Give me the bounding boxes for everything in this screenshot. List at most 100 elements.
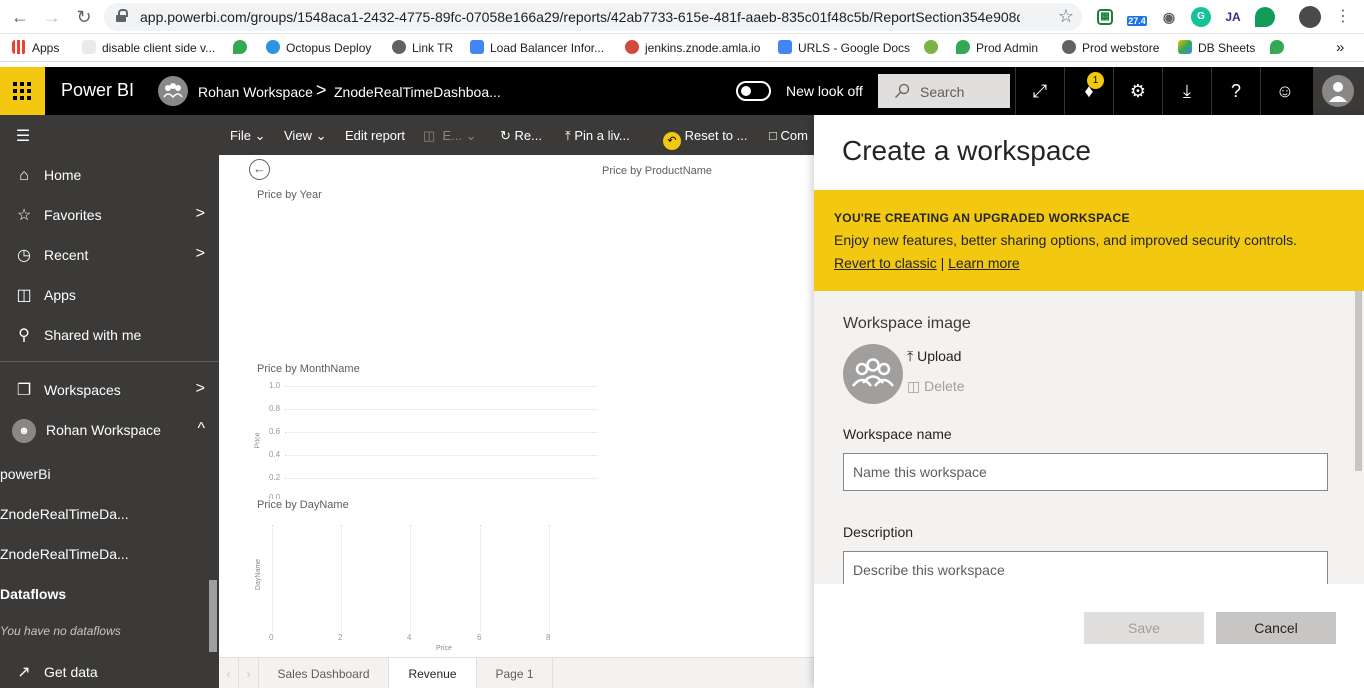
form-scrollbar[interactable]: [1355, 291, 1362, 471]
bookmark-leaf[interactable]: [233, 39, 253, 57]
chevron-right-icon[interactable]: >: [196, 245, 205, 263]
nav-item-home[interactable]: ⌂ Home: [0, 156, 219, 196]
gridline: [285, 409, 597, 410]
save-button[interactable]: Save: [1084, 612, 1204, 644]
tab-sales-dashboard[interactable]: Sales Dashboard: [259, 658, 389, 688]
bookmark-star-icon[interactable]: ☆: [1058, 6, 1074, 27]
nav-item-shared[interactable]: ⚲ Shared with me: [0, 316, 219, 356]
bookmark-leaf-2[interactable]: [1270, 39, 1290, 57]
bookmark-load-balancer[interactable]: Load Balancer Infor...: [470, 39, 604, 57]
bookmark-db-sheets[interactable]: DB Sheets: [1178, 39, 1255, 57]
bookmark-label: Load Balancer Infor...: [490, 41, 605, 55]
camera-extension-icon[interactable]: ◉: [1159, 7, 1179, 27]
nav-item-recent[interactable]: ◷ Recent >: [0, 236, 219, 276]
breadcrumb-workspace[interactable]: Rohan Workspace: [198, 84, 313, 100]
tab-page-1[interactable]: Page 1: [477, 658, 553, 688]
bookmark-prod-admin[interactable]: [924, 39, 944, 57]
explore-button[interactable]: ◫ E... ⌄: [423, 128, 477, 144]
reset-button[interactable]: ↶ Reset to ...: [663, 128, 748, 150]
bookmark-label: Prod Admin: [976, 41, 1039, 55]
upgrade-banner: YOU'RE CREATING AN UPGRADED WORKSPACE En…: [814, 190, 1364, 291]
expand-icon[interactable]: ⤢: [1015, 67, 1064, 115]
bookmark-jenkins[interactable]: jenkins.znode.amla.io: [625, 39, 760, 57]
bookmark-label: Link TR: [412, 41, 454, 55]
chevron-up-icon[interactable]: ^: [197, 420, 205, 438]
view-menu[interactable]: View ⌄: [284, 128, 326, 144]
refresh-button[interactable]: ↻ Re...: [500, 128, 542, 144]
nav-item-workspaces[interactable]: ❐ Workspaces >: [0, 371, 219, 411]
bookmark-octopus[interactable]: Octopus Deploy: [266, 39, 371, 57]
breadcrumb-report[interactable]: ZnodeRealTimeDashboa...: [334, 84, 501, 100]
forward-arrow-icon[interactable]: →: [41, 6, 63, 28]
bookmarks-overflow-button[interactable]: »: [1336, 39, 1344, 57]
description-input[interactable]: [843, 551, 1328, 584]
profile-avatar[interactable]: [1299, 6, 1321, 28]
workspace-name-input[interactable]: [843, 453, 1328, 491]
tabs-scroll-right-icon[interactable]: ›: [239, 658, 259, 688]
apps-grid-icon: [12, 40, 26, 54]
gear-icon[interactable]: ⚙: [1113, 67, 1162, 115]
bookmark-urls[interactable]: URLS - Google Docs: [778, 39, 910, 57]
bookmark-link-tr[interactable]: Link TR: [392, 39, 453, 57]
leaf-icon: [1270, 40, 1284, 54]
chevron-right-icon[interactable]: >: [196, 380, 205, 398]
workspace-item-dataset[interactable]: ZnodeRealTimeDa...: [0, 546, 129, 562]
help-icon[interactable]: ?: [1211, 67, 1260, 115]
edit-report-button[interactable]: Edit report: [345, 128, 405, 143]
new-look-toggle[interactable]: [736, 81, 771, 101]
nav-item-label: Favorites: [44, 207, 102, 223]
bookmark-prod-admin-label[interactable]: Prod Admin: [956, 39, 1038, 57]
reload-icon[interactable]: ↻: [73, 6, 95, 28]
delete-button[interactable]: ◫ Delete: [907, 378, 965, 395]
tabs-scroll-left-icon[interactable]: ‹: [219, 658, 239, 688]
nav-item-favorites[interactable]: ☆ Favorites >: [0, 196, 219, 236]
nav-item-current-workspace[interactable]: ☻ Rohan Workspace ^: [0, 411, 219, 451]
workspace-item-powerbi[interactable]: powerBi: [0, 466, 51, 482]
search-input[interactable]: Search: [878, 74, 1010, 108]
x-tick: 4: [407, 633, 412, 642]
bookmark-label: URLS - Google Docs: [798, 41, 911, 55]
brand-title[interactable]: Power BI: [61, 80, 134, 101]
workspace-item-report[interactable]: ZnodeRealTimeDa...: [0, 506, 129, 522]
user-account-button[interactable]: [1313, 67, 1364, 115]
nav-item-apps[interactable]: ◫ Apps: [0, 276, 219, 316]
left-navigation: ☰ ⌂ Home ☆ Favorites > ◷ Recent > ◫ Apps…: [0, 115, 219, 688]
bookmark-label: Apps: [32, 41, 60, 55]
pin-live-button[interactable]: ⤒ Pin a liv...: [565, 128, 630, 144]
comments-button[interactable]: □ Com: [769, 128, 808, 143]
sheets-extension-icon[interactable]: ▦: [1097, 9, 1113, 25]
shared-icon: ⚲: [18, 327, 30, 344]
bookmark-prod-webstore[interactable]: Prod webstore: [1062, 39, 1159, 57]
back-circle-icon[interactable]: ←: [249, 159, 270, 180]
upload-button[interactable]: ⤒ Upload: [907, 348, 961, 365]
smiley-icon[interactable]: ☺: [1260, 67, 1309, 115]
cancel-button[interactable]: Cancel: [1216, 612, 1336, 644]
learn-more-link[interactable]: Learn more: [948, 255, 1020, 271]
browser-menu-icon[interactable]: ⋮: [1332, 6, 1354, 28]
grammarly-icon[interactable]: G: [1191, 7, 1211, 27]
nav-item-get-data[interactable]: ↗ Get data: [0, 653, 219, 688]
back-arrow-icon[interactable]: ←: [9, 6, 31, 28]
nav-scrollbar[interactable]: [209, 580, 217, 652]
waffle-icon: [13, 82, 31, 100]
visual-title-price-by-year: Price by Year: [257, 189, 322, 201]
leaf-extension-icon[interactable]: [1255, 7, 1275, 27]
bookmark-disable-client[interactable]: disable client side v...: [82, 39, 215, 57]
apps-icon: ◫: [16, 287, 32, 304]
file-menu[interactable]: File ⌄: [230, 128, 265, 144]
bookmark-apps[interactable]: Apps: [12, 39, 59, 57]
weather-extension-icon[interactable]: 27.4: [1126, 7, 1148, 27]
tab-revenue[interactable]: Revenue: [389, 658, 477, 688]
chevron-right-icon[interactable]: >: [196, 205, 205, 223]
dataflows-empty-text: You have no dataflows: [0, 624, 121, 638]
nav-collapse-button[interactable]: ☰: [0, 117, 219, 153]
address-bar[interactable]: app.powerbi.com/groups/1548aca1-2432-477…: [104, 3, 1082, 31]
download-icon[interactable]: ⤓: [1162, 67, 1211, 115]
revert-to-classic-link[interactable]: Revert to classic: [834, 255, 937, 271]
url-text[interactable]: app.powerbi.com/groups/1548aca1-2432-477…: [140, 9, 1020, 25]
app-launcher-button[interactable]: [0, 67, 45, 115]
workspace-avatar-icon: [158, 76, 188, 106]
ja-extension-icon[interactable]: JA: [1223, 7, 1243, 27]
nav-divider: [0, 361, 219, 362]
nav-item-label: Rohan Workspace: [46, 422, 161, 438]
